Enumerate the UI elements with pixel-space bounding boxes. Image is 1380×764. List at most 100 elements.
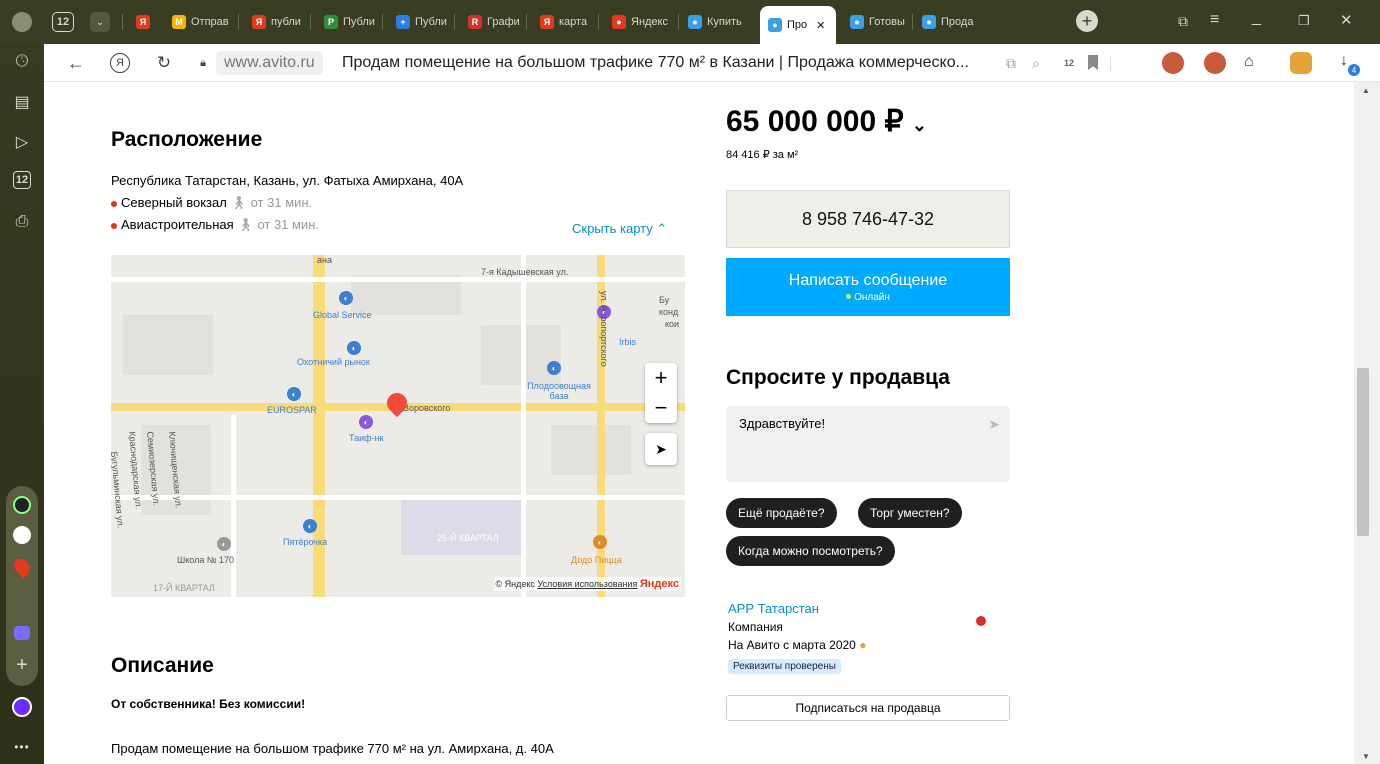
close-window-icon[interactable]: ✕	[1340, 11, 1353, 29]
extension-icon[interactable]	[1204, 52, 1226, 74]
close-tab-icon[interactable]: ✕	[816, 19, 825, 32]
video-play-icon[interactable]: ▷	[11, 131, 33, 153]
tab-separator	[526, 14, 527, 30]
tabs-dropdown-icon[interactable]: ⌄	[90, 12, 110, 32]
minimize-icon[interactable]: _	[1252, 9, 1261, 27]
lock-icon[interactable]: 🔒︎	[196, 55, 210, 71]
send-icon[interactable]: ➤	[988, 416, 1000, 433]
browser-tab[interactable]: ● Готовы	[842, 8, 910, 36]
menu-icon[interactable]: ≡	[1210, 11, 1219, 29]
price-chevron-icon[interactable]: ⌄	[912, 115, 927, 135]
poi-market-icon: ◐	[347, 341, 361, 355]
poi-shop-icon: ◐	[303, 519, 317, 533]
new-tab-button[interactable]: +	[1076, 10, 1098, 32]
tab-label: Отправ	[191, 16, 229, 28]
map-poi-label: Бу	[659, 295, 670, 305]
scrollbar-thumb[interactable]	[1357, 368, 1369, 536]
map-street-label: Воровского	[403, 403, 451, 413]
map-poi-label: Irbis	[619, 337, 637, 347]
add-app-icon[interactable]: +	[11, 654, 33, 676]
tab-label: Графи	[487, 16, 520, 28]
map-road	[111, 277, 685, 282]
description-bold: От собственника! Без комиссии!	[111, 697, 306, 711]
tab-label: Публи	[415, 16, 447, 28]
map-road	[231, 415, 236, 597]
map-terms-link[interactable]: Условия использования	[537, 579, 637, 589]
zoom-in-button[interactable]: +	[645, 363, 677, 393]
seller-avatar[interactable]	[970, 610, 992, 632]
browser-tab[interactable]: M Отправ	[164, 8, 236, 36]
geolocation-button[interactable]: ➤	[645, 433, 677, 465]
page-content: Расположение Республика Татарстан, Казан…	[44, 82, 1354, 764]
bookmark-icon[interactable]	[1088, 55, 1098, 70]
subscribe-button[interactable]: Подписаться на продавца	[726, 695, 1010, 721]
map-poi-label: Пятёрочка	[283, 537, 328, 547]
compass-app-icon[interactable]	[11, 524, 33, 546]
map-block	[123, 315, 213, 375]
map-poi-label: Global Service	[313, 310, 372, 320]
browser-tab[interactable]: ● Про ✕	[760, 6, 836, 44]
scroll-up-icon[interactable]: ▲	[1362, 86, 1370, 95]
station-item: Авиастроительная 🚶︎ от 31 мин.	[111, 217, 319, 233]
tab-favicon-icon: ●	[688, 15, 702, 29]
map-poi-label: Таиф-нк	[349, 433, 384, 443]
browser-menu-avatar[interactable]	[12, 12, 32, 32]
zoom-out-button[interactable]: −	[645, 393, 677, 423]
location-map[interactable]: 7-я Кадышевская ул. ана ◐ Global Service…	[111, 255, 685, 597]
search-page-icon[interactable]: ⌕	[1032, 55, 1040, 72]
seller-name-link[interactable]: АРР Татарстан	[728, 601, 819, 616]
seller-type: Компания	[728, 620, 783, 634]
profile-extension-icon[interactable]	[1290, 52, 1312, 74]
browser-tab[interactable]: + Публи	[388, 8, 452, 36]
chip-when-to-view[interactable]: Когда можно посмотреть?	[726, 536, 895, 566]
browser-tab[interactable]: Япубли	[244, 8, 308, 36]
browser-tab[interactable]: Якарта	[532, 8, 596, 36]
tab-label: публи	[271, 16, 301, 28]
page-title[interactable]: Продам помещение на большом трафике 770 …	[342, 54, 969, 72]
map-poi-label: Додо Пицца	[571, 555, 622, 565]
alice-assistant-icon[interactable]	[11, 696, 33, 718]
browser-tab[interactable]: R Графи	[460, 8, 524, 36]
reader-icon[interactable]: ⌂	[1244, 53, 1254, 71]
tab-separator	[912, 14, 913, 30]
maps-app-icon[interactable]	[10, 555, 34, 579]
more-icon[interactable]: •••	[11, 736, 33, 758]
downloads-icon[interactable]: ↓	[1340, 52, 1348, 70]
collections-icon[interactable]: ⧉	[1178, 13, 1188, 30]
phone-button[interactable]: 8 958 746-47-32	[726, 190, 1010, 248]
yandex-logo-icon[interactable]: Я	[110, 53, 130, 73]
map-poi-label: Охотничий рынок	[297, 357, 370, 367]
browser-tab[interactable]: ● Купить	[680, 8, 752, 36]
history-icon[interactable]: 🕓︎	[11, 51, 33, 73]
tab-separator	[598, 14, 599, 30]
tab-separator	[238, 14, 239, 30]
chip-still-selling[interactable]: Ещё продаёте?	[726, 498, 837, 528]
page-scrollbar[interactable]: ▲ ▼	[1354, 82, 1380, 764]
extension-icon[interactable]	[1162, 52, 1184, 74]
zoom-controls: + −	[645, 363, 677, 423]
back-icon[interactable]: ←	[66, 53, 86, 73]
write-message-button[interactable]: Написать сообщение Онлайн	[726, 258, 1010, 316]
tab-yandex-pinned[interactable]: Я	[128, 8, 160, 36]
hide-map-link[interactable]: Скрыть карту ⌃	[572, 221, 667, 237]
bookmarks-icon[interactable]: ▤	[11, 91, 33, 113]
tab-counter[interactable]: 12	[52, 12, 74, 32]
restore-icon[interactable]: ❐	[1298, 13, 1310, 29]
scroll-down-icon[interactable]: ▼	[1362, 752, 1370, 761]
browser-tab[interactable]: P Публи	[316, 8, 380, 36]
message-input[interactable]: Здравствуйте! ➤	[726, 406, 1010, 482]
chip-bargain[interactable]: Торг уместен?	[858, 498, 962, 528]
reload-icon[interactable]: ↻	[154, 53, 174, 73]
screenshot-icon[interactable]: ⎙	[11, 211, 33, 233]
browser-tab[interactable]: ● Прода	[914, 8, 984, 36]
map-district-label: 17-Й КВАРТАЛ	[153, 583, 215, 593]
browser-tab[interactable]: ● Яндекс	[604, 8, 676, 36]
location-heading: Расположение	[111, 128, 263, 151]
messenger-app-icon[interactable]	[11, 622, 33, 644]
translate-icon[interactable]: ⧉	[1006, 55, 1016, 72]
poi-service-icon: ◐	[339, 291, 353, 305]
domain-chip[interactable]: www.avito.ru	[216, 51, 323, 75]
tab-count-icon[interactable]: 12	[13, 171, 31, 189]
alice-app-icon[interactable]	[11, 494, 33, 516]
protect-icon[interactable]: 12	[1058, 54, 1080, 72]
